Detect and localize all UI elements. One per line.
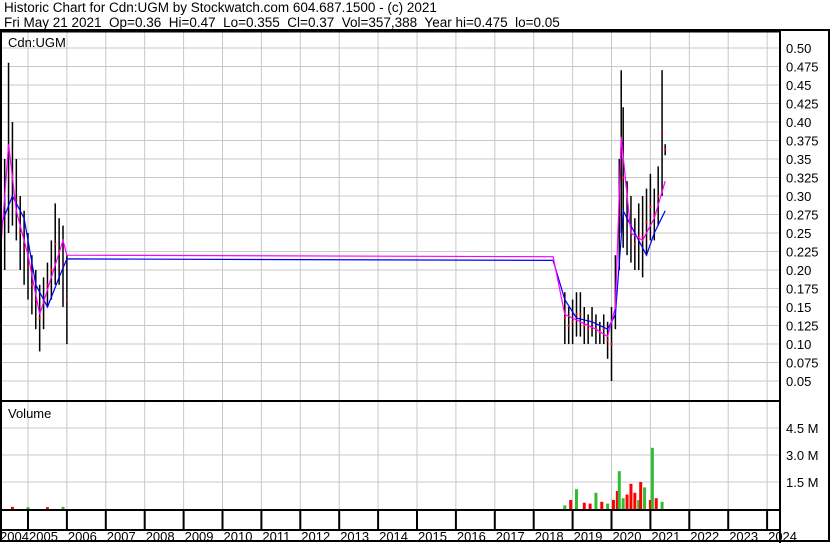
price-tick-label: 0.45 xyxy=(786,78,811,93)
volume-bar xyxy=(10,506,14,509)
price-tick-label: 0.15 xyxy=(786,300,811,315)
volume-bar xyxy=(606,503,610,509)
close-marker xyxy=(657,195,660,197)
close-marker xyxy=(50,269,53,271)
price-tick-label: 0.475 xyxy=(786,60,819,75)
close-marker xyxy=(65,298,68,301)
close-marker xyxy=(649,206,652,209)
price-tick-label: 0.25 xyxy=(786,226,811,241)
chart-border xyxy=(0,29,830,542)
close-marker xyxy=(19,232,22,234)
volume-tick-label: 1.5 M xyxy=(786,475,819,490)
close-marker xyxy=(610,343,613,345)
volume-bar xyxy=(594,492,598,509)
price-tick-label: 0.125 xyxy=(786,319,819,334)
volume-bar xyxy=(45,507,49,509)
price-tick-label: 0.425 xyxy=(786,97,819,112)
volume-bar xyxy=(588,503,592,509)
price-tick-label: 0.325 xyxy=(786,171,819,186)
volume-bar xyxy=(633,492,637,509)
price-volume-chart: 0.05 0.075 0.10 0.125 0.15 0.175 0.20 0.225 0.25… xyxy=(0,29,830,543)
close-marker xyxy=(567,324,570,327)
close-marker xyxy=(575,313,578,316)
symbol-label: Cdn:UGM xyxy=(8,35,66,50)
volume-bar xyxy=(600,501,604,509)
volume-bar xyxy=(61,506,65,509)
volume-bar xyxy=(582,502,586,509)
volume-bar xyxy=(621,498,625,509)
price-tick-label: 0.30 xyxy=(786,189,811,204)
price-tick-label: 0.05 xyxy=(786,374,811,389)
volume-bar xyxy=(650,447,654,509)
volume-bar xyxy=(617,471,621,509)
volume-bar xyxy=(563,505,567,509)
price-tick-label: 0.20 xyxy=(786,263,811,278)
close-marker xyxy=(23,246,26,249)
volume-bar xyxy=(654,498,658,509)
close-marker xyxy=(622,176,625,179)
volume-bar xyxy=(625,494,629,509)
price-tick-label: 0.075 xyxy=(786,356,819,371)
close-marker xyxy=(661,132,664,135)
price-tick-label: 0.50 xyxy=(786,41,811,56)
close-marker xyxy=(54,243,57,246)
chart-window: Historic Chart for Cdn:UGM by Stockwatch… xyxy=(0,0,830,543)
price-tick-label: 0.35 xyxy=(786,152,811,167)
close-marker xyxy=(563,317,566,320)
volume-bar xyxy=(611,500,615,509)
volume-bar xyxy=(569,500,573,509)
price-tick-label: 0.10 xyxy=(786,337,811,352)
volume-bar xyxy=(643,487,647,509)
close-marker xyxy=(30,283,33,286)
volume-bar xyxy=(574,489,578,509)
close-marker xyxy=(571,320,574,323)
volume-bar xyxy=(26,507,30,509)
price-tick-label: 0.175 xyxy=(786,282,819,297)
volume-tick-label: 3.0 M xyxy=(786,448,819,463)
close-marker xyxy=(606,339,609,342)
close-marker xyxy=(633,243,636,246)
volume-bar xyxy=(660,501,664,509)
volume-bar xyxy=(629,483,633,509)
close-marker xyxy=(27,265,29,268)
volume-tick-label: 4.5 M xyxy=(786,421,819,436)
price-tick-label: 0.225 xyxy=(786,245,819,260)
volume-label: Volume xyxy=(8,406,51,421)
volume-bar xyxy=(639,482,643,509)
price-tick-label: 0.275 xyxy=(786,208,819,223)
close-marker xyxy=(645,220,648,223)
close-marker xyxy=(664,148,667,151)
close-marker xyxy=(602,328,605,331)
price-tick-label: 0.375 xyxy=(786,134,819,149)
close-marker xyxy=(587,328,590,331)
close-marker xyxy=(641,235,644,238)
price-tick-label: 0.40 xyxy=(786,115,811,130)
close-marker xyxy=(38,317,41,320)
close-marker xyxy=(583,324,586,327)
close-marker xyxy=(579,313,582,316)
